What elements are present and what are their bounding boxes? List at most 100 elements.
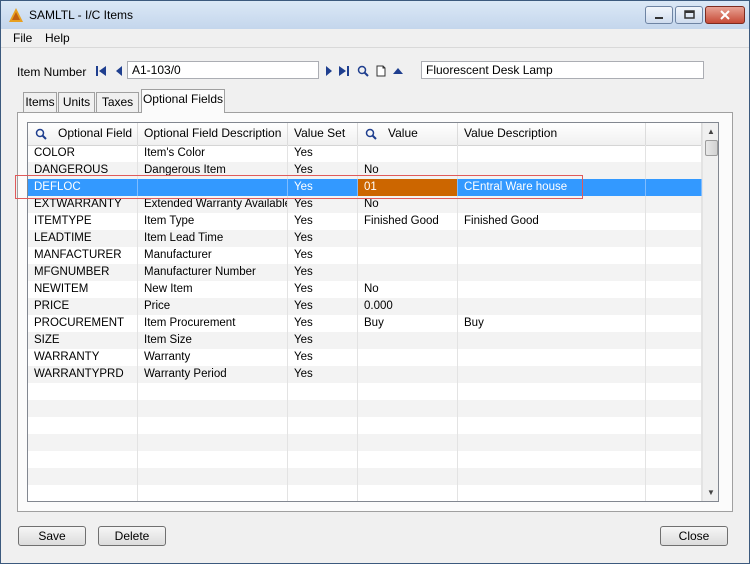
table-cell[interactable]: EXTWARRANTY — [28, 196, 138, 213]
search-icon[interactable] — [35, 128, 47, 140]
table-row[interactable]: SIZE Item Size Yes — [28, 332, 702, 349]
table-cell[interactable]: LEADTIME — [28, 230, 138, 247]
table-cell[interactable] — [358, 264, 458, 281]
table-cell[interactable]: Yes — [288, 162, 358, 179]
table-cell[interactable] — [288, 451, 358, 468]
table-cell[interactable] — [458, 434, 646, 451]
item-number-input[interactable]: A1-103/0 — [127, 61, 319, 79]
table-cell[interactable] — [646, 417, 702, 434]
table-cell[interactable]: Buy — [458, 315, 646, 332]
column-header-value-description[interactable]: Value Description — [458, 123, 646, 145]
table-cell[interactable] — [288, 400, 358, 417]
column-header-optional-field-description[interactable]: Optional Field Description — [138, 123, 288, 145]
table-cell[interactable]: Yes — [288, 298, 358, 315]
table-cell[interactable]: DANGEROUS — [28, 162, 138, 179]
table-cell[interactable]: No — [358, 162, 458, 179]
title-bar[interactable]: SAMLTL - I/C Items — [1, 1, 749, 29]
table-cell[interactable]: No — [358, 196, 458, 213]
table-cell[interactable] — [646, 332, 702, 349]
table-row[interactable] — [28, 400, 702, 417]
table-cell[interactable]: Yes — [288, 281, 358, 298]
table-cell[interactable]: SIZE — [28, 332, 138, 349]
table-cell[interactable] — [458, 145, 646, 162]
minimize-button[interactable] — [645, 6, 673, 24]
table-cell[interactable] — [138, 383, 288, 400]
close-button[interactable]: Close — [660, 526, 728, 546]
table-row[interactable]: ITEMTYPE Item Type Yes Finished Good Finishe… — [28, 213, 702, 230]
table-cell[interactable]: Finished Good — [458, 213, 646, 230]
table-cell[interactable] — [458, 417, 646, 434]
table-cell[interactable]: Extended Warranty Available — [138, 196, 288, 213]
table-row[interactable]: LEADTIME Item Lead Time Yes — [28, 230, 702, 247]
maximize-button[interactable] — [675, 6, 703, 24]
table-cell[interactable]: Yes — [288, 213, 358, 230]
table-cell[interactable] — [458, 349, 646, 366]
table-cell[interactable] — [458, 196, 646, 213]
grid-vertical-scrollbar[interactable]: ▲ ▼ — [702, 123, 718, 501]
table-cell[interactable]: Warranty Period — [138, 366, 288, 383]
table-cell[interactable] — [458, 230, 646, 247]
table-cell[interactable] — [646, 298, 702, 315]
table-cell[interactable]: ITEMTYPE — [28, 213, 138, 230]
table-cell[interactable]: Item's Color — [138, 145, 288, 162]
table-row[interactable]: DANGEROUS Dangerous Item Yes No — [28, 162, 702, 179]
table-row[interactable] — [28, 383, 702, 400]
table-row[interactable]: WARRANTYPRD Warranty Period Yes — [28, 366, 702, 383]
table-cell[interactable] — [358, 247, 458, 264]
tab-units[interactable]: Units — [58, 92, 95, 112]
table-cell[interactable] — [358, 451, 458, 468]
table-cell[interactable]: Yes — [288, 349, 358, 366]
table-cell[interactable]: Yes — [288, 366, 358, 383]
table-cell[interactable] — [646, 400, 702, 417]
menu-help[interactable]: Help — [45, 31, 70, 45]
table-cell[interactable] — [458, 451, 646, 468]
table-cell[interactable] — [358, 366, 458, 383]
table-row[interactable]: MANFACTURER Manufacturer Yes — [28, 247, 702, 264]
table-cell[interactable] — [358, 434, 458, 451]
table-row[interactable]: MFGNUMBER Manufacturer Number Yes — [28, 264, 702, 281]
table-cell[interactable]: Manufacturer Number — [138, 264, 288, 281]
table-cell[interactable]: Manufacturer — [138, 247, 288, 264]
table-cell[interactable] — [646, 281, 702, 298]
table-cell[interactable] — [458, 162, 646, 179]
table-cell[interactable]: PRICE — [28, 298, 138, 315]
column-header-value-set[interactable]: Value Set — [288, 123, 358, 145]
table-cell[interactable] — [28, 451, 138, 468]
table-cell[interactable]: Yes — [288, 145, 358, 162]
table-cell[interactable] — [458, 383, 646, 400]
table-row[interactable]: EXTWARRANTY Extended Warranty Available Ye… — [28, 196, 702, 213]
table-cell[interactable]: CEntral Ware house — [458, 179, 646, 196]
table-cell[interactable] — [288, 434, 358, 451]
table-cell[interactable]: NEWITEM — [28, 281, 138, 298]
table-cell[interactable] — [458, 247, 646, 264]
table-cell[interactable] — [646, 213, 702, 230]
table-cell[interactable] — [458, 468, 646, 485]
table-cell[interactable] — [138, 434, 288, 451]
table-cell[interactable]: WARRANTY — [28, 349, 138, 366]
table-cell[interactable] — [646, 383, 702, 400]
table-cell[interactable] — [288, 485, 358, 501]
table-cell[interactable] — [458, 264, 646, 281]
table-cell[interactable] — [28, 417, 138, 434]
next-record-icon[interactable] — [323, 65, 335, 77]
table-cell[interactable] — [646, 434, 702, 451]
search-icon[interactable] — [365, 128, 377, 140]
table-cell[interactable]: COLOR — [28, 145, 138, 162]
table-cell[interactable] — [358, 485, 458, 501]
item-description-input[interactable]: Fluorescent Desk Lamp — [421, 61, 704, 79]
table-cell[interactable] — [458, 298, 646, 315]
search-icon[interactable] — [357, 65, 369, 77]
scroll-down-icon[interactable]: ▼ — [703, 484, 718, 501]
zoom-up-icon[interactable] — [392, 65, 404, 77]
table-cell[interactable]: Yes — [288, 332, 358, 349]
table-cell[interactable] — [358, 417, 458, 434]
table-cell[interactable]: DEFLOC — [28, 179, 138, 196]
table-cell[interactable]: Yes — [288, 196, 358, 213]
table-cell[interactable] — [288, 417, 358, 434]
table-cell[interactable]: Yes — [288, 247, 358, 264]
first-record-icon[interactable] — [95, 65, 107, 77]
table-cell[interactable] — [646, 196, 702, 213]
table-cell[interactable] — [138, 451, 288, 468]
last-record-icon[interactable] — [338, 65, 350, 77]
table-cell[interactable] — [28, 468, 138, 485]
